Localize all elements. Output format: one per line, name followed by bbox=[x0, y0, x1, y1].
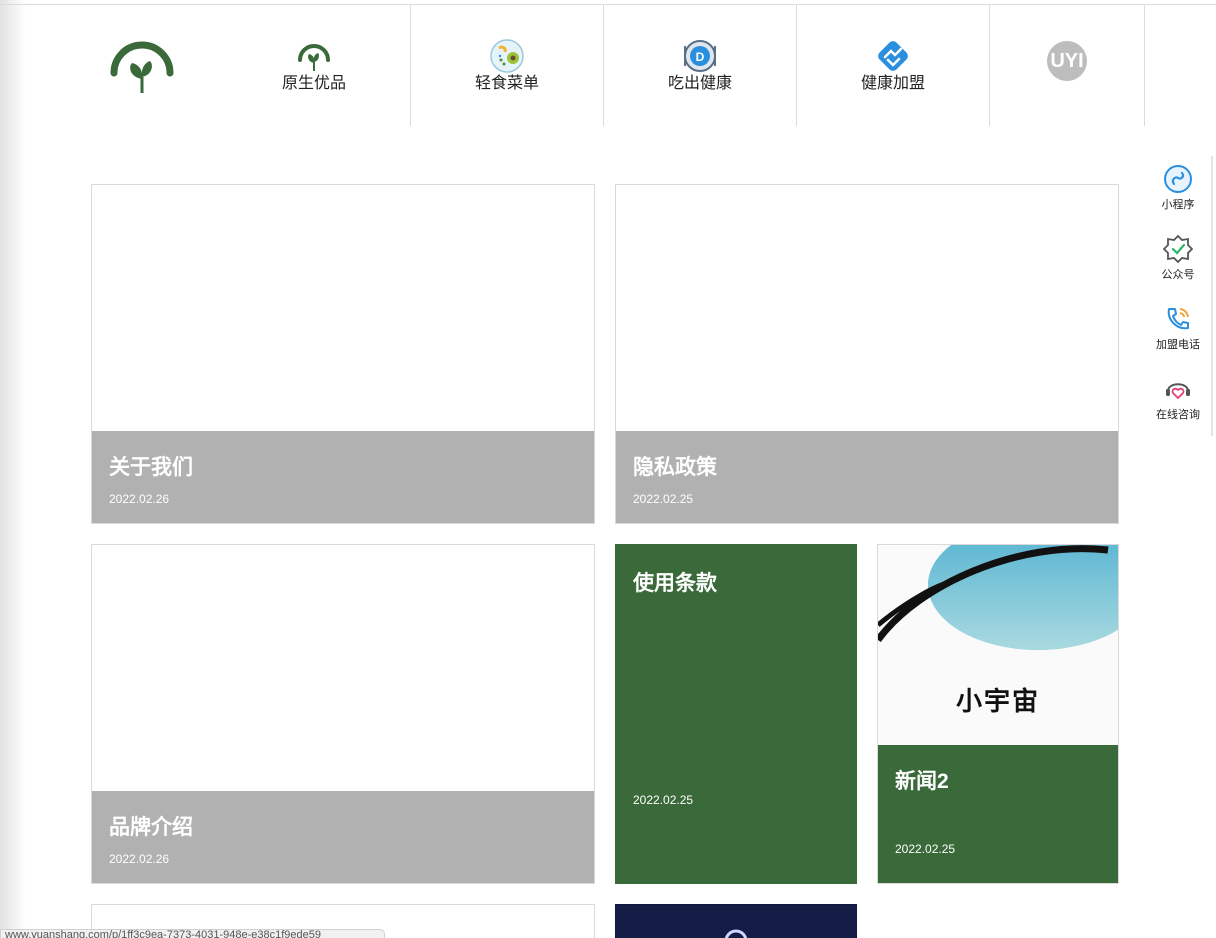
card-title: 隐私政策 bbox=[633, 456, 717, 479]
nav-item-light-menu[interactable]: 轻食菜单 bbox=[411, 5, 604, 126]
sidebar-label: 在线咨询 bbox=[1156, 409, 1200, 421]
plate-fork-icon: D bbox=[682, 38, 718, 74]
sidebar-item-franchise-phone[interactable]: 加盟电话 bbox=[1145, 304, 1211, 364]
nav-item-eat-healthy[interactable]: D 吃出健康 bbox=[604, 5, 797, 126]
nav-item-native-products[interactable]: 原生优品 bbox=[218, 5, 411, 126]
card-title: 使用条款 bbox=[633, 572, 717, 595]
sidebar-label: 加盟电话 bbox=[1156, 339, 1200, 351]
card-date: 2022.02.25 bbox=[895, 842, 956, 856]
card-date: 2022.02.26 bbox=[109, 492, 170, 506]
nav-label: 原生优品 bbox=[281, 74, 346, 92]
svg-text:D: D bbox=[696, 50, 705, 64]
cover-image-text: 小宇宙 bbox=[955, 686, 1040, 716]
card-caption: 新闻2 2022.02.25 bbox=[878, 745, 1118, 883]
news-card-privacy-policy[interactable]: 隐私政策 2022.02.25 bbox=[615, 184, 1119, 524]
leaf-logo-icon bbox=[296, 38, 332, 74]
card-title: 品牌介绍 bbox=[109, 816, 193, 839]
news-card-about-us[interactable]: 关于我们 2022.02.26 bbox=[91, 184, 595, 524]
handshake-icon bbox=[875, 38, 911, 74]
sidebar-label: 小程序 bbox=[1161, 199, 1195, 211]
nav-label: 健康加盟 bbox=[860, 74, 925, 92]
mini-program-icon bbox=[1164, 165, 1192, 193]
card-cover-image: 小宇宙 bbox=[878, 545, 1118, 745]
brand-logo-icon[interactable] bbox=[108, 33, 176, 99]
card-title: 新闻2 bbox=[895, 770, 949, 793]
sidebar-item-online-consult[interactable]: 在线咨询 bbox=[1145, 374, 1211, 434]
nav-label: 轻食菜单 bbox=[474, 74, 539, 92]
card-date: 2022.02.26 bbox=[109, 852, 170, 866]
news-card-partial-dark[interactable] bbox=[615, 904, 857, 938]
news-card-terms-of-use[interactable]: 使用条款 2022.02.25 bbox=[615, 544, 857, 884]
top-navigation: 原生优品 轻食菜单 D 吃出健康 健康加盟 bbox=[0, 5, 1216, 126]
news-card-brand-intro[interactable]: 品牌介绍 2022.02.26 bbox=[91, 544, 595, 884]
news-card-news-2[interactable]: 小宇宙 新闻2 2022.02.25 bbox=[877, 544, 1119, 884]
user-avatar[interactable]: UYI bbox=[1047, 41, 1087, 81]
salad-bowl-icon bbox=[489, 38, 525, 74]
sidebar-item-official-account[interactable]: 公众号 bbox=[1145, 234, 1211, 294]
nav-item-health-franchise[interactable]: 健康加盟 bbox=[797, 5, 990, 126]
nav-label: 吃出健康 bbox=[667, 74, 732, 92]
card-caption: 品牌介绍 2022.02.26 bbox=[92, 791, 594, 883]
floating-sidebar: 小程序 公众号 加盟电话 在线咨询 bbox=[1145, 156, 1213, 436]
card-title: 关于我们 bbox=[109, 456, 193, 479]
status-bar-url: www.yuanshang.com/p/1ff3c9ea-7373-4031-9… bbox=[0, 929, 385, 938]
headset-heart-icon bbox=[1166, 383, 1190, 400]
card-date: 2022.02.25 bbox=[633, 793, 694, 807]
verified-badge-icon bbox=[1163, 234, 1193, 264]
card-caption: 关于我们 2022.02.26 bbox=[92, 431, 594, 523]
phone-icon bbox=[1167, 308, 1189, 330]
page-left-shadow bbox=[0, 0, 26, 938]
card-date: 2022.02.25 bbox=[633, 492, 694, 506]
sidebar-label: 公众号 bbox=[1161, 269, 1195, 281]
sidebar-item-mini-program[interactable]: 小程序 bbox=[1145, 164, 1211, 224]
card-caption: 隐私政策 2022.02.25 bbox=[616, 431, 1118, 523]
